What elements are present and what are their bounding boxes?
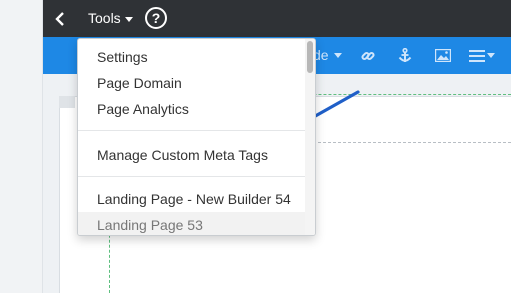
link-icon xyxy=(361,51,375,60)
mode-dropdown[interactable]: de xyxy=(313,37,342,74)
section-handle[interactable] xyxy=(59,96,75,108)
tools-label: Tools xyxy=(88,10,121,26)
top-toolbar: Tools ? xyxy=(43,0,511,37)
menu-item-settings[interactable]: Settings xyxy=(78,44,306,70)
menu-scrollbar-thumb[interactable] xyxy=(307,41,313,73)
align-button[interactable] xyxy=(469,37,495,74)
menu-item-page-domain[interactable]: Page Domain xyxy=(78,70,306,96)
menu-item-page-analytics[interactable]: Page Analytics xyxy=(78,96,306,122)
chevron-left-icon xyxy=(55,12,64,26)
back-button[interactable] xyxy=(51,9,69,29)
menu-item-landing-page-new-builder-54[interactable]: Landing Page - New Builder 54 xyxy=(78,186,306,212)
caret-down-icon xyxy=(487,53,495,58)
help-icon[interactable]: ? xyxy=(145,7,167,29)
tools-menu-button[interactable]: Tools xyxy=(88,0,133,37)
editor-screen: Tools ? de Settings Page Domain Page Ana… xyxy=(0,0,511,293)
anchor-button[interactable] xyxy=(398,37,412,74)
menu-item-manage-custom-meta-tags[interactable]: Manage Custom Meta Tags xyxy=(78,142,306,168)
image-button[interactable] xyxy=(435,37,451,74)
caret-down-icon xyxy=(124,17,133,22)
menu-item-landing-page-53[interactable]: Landing Page 53 xyxy=(78,212,306,235)
image-icon xyxy=(435,49,451,62)
left-panel xyxy=(0,0,43,293)
caret-down-icon xyxy=(333,53,342,58)
link-button[interactable] xyxy=(361,37,375,74)
align-icon xyxy=(469,49,485,62)
tools-dropdown-menu: Settings Page Domain Page Analytics Mana… xyxy=(77,38,316,236)
menu-divider xyxy=(78,176,306,177)
anchor-icon xyxy=(398,47,412,62)
menu-divider xyxy=(78,130,306,131)
menu-scrollbar[interactable] xyxy=(305,39,315,235)
